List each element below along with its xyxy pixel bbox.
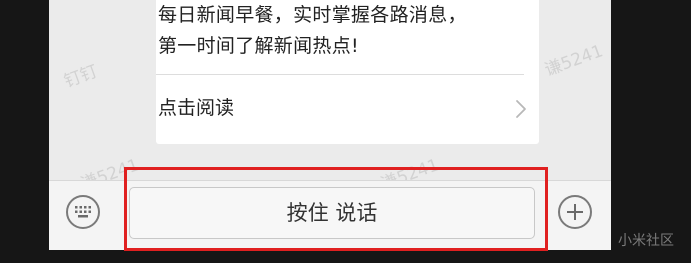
hold-to-talk-label: 按住 说话 [286, 201, 378, 225]
news-message-line: 每日新闻早餐，实时掌握各路消息， [158, 4, 467, 26]
read-more-link[interactable]: 点击阅读 [156, 75, 539, 143]
watermark-dingding: 钉钉 [61, 61, 101, 93]
keyboard-toggle-button[interactable] [66, 195, 100, 229]
more-actions-button[interactable] [558, 195, 592, 229]
read-more-label: 点击阅读 [158, 97, 235, 119]
plus-icon [567, 204, 583, 220]
news-message-text: 每日新闻早餐，实时掌握各路消息， 第一时间了解新闻热点! [158, 0, 530, 62]
news-message-card[interactable]: 每日新闻早餐，实时掌握各路消息， 第一时间了解新闻热点! 点击阅读 [156, 0, 539, 144]
chat-input-bar: 按住 说话 [49, 180, 611, 250]
news-message-line: 第一时间了解新闻热点! [158, 35, 359, 57]
hold-to-talk-button[interactable]: 按住 说话 [129, 187, 535, 239]
watermark-user: 谦5241 [542, 41, 606, 81]
chat-screen: 钉钉 谦5241 谦5241 谦5241 每日新闻早餐，实时掌握各路消息， 第一… [49, 0, 611, 250]
keyboard-icon [75, 206, 91, 218]
site-watermark: 小米社区 [618, 233, 674, 249]
chevron-right-icon [514, 98, 528, 120]
